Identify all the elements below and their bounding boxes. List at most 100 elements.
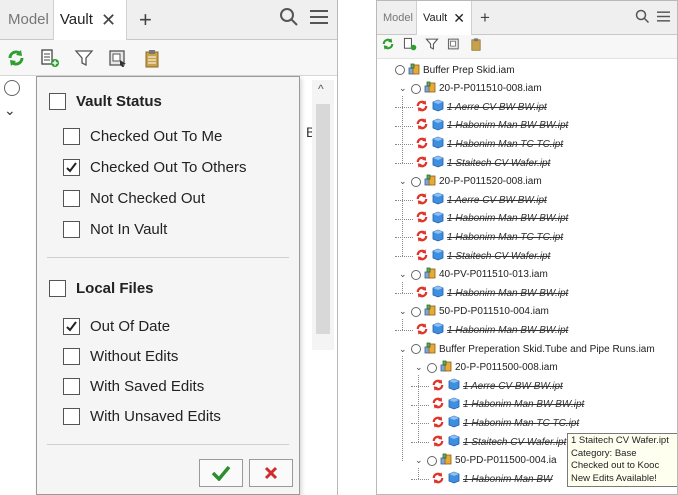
checkbox-checked[interactable] bbox=[63, 159, 80, 176]
ok-button[interactable] bbox=[199, 459, 243, 487]
chevron-down-icon[interactable]: ⌄ bbox=[399, 83, 408, 94]
checkbox[interactable] bbox=[63, 190, 80, 207]
tab-vault[interactable]: Vault ✕ bbox=[52, 0, 128, 40]
tree-part-node[interactable]: 1 Aerre CV BW BW.ipt bbox=[431, 377, 563, 395]
chevron-down-icon[interactable]: ⌄ bbox=[399, 306, 408, 317]
chevron-down-icon[interactable]: ⌄ bbox=[399, 176, 408, 187]
tree-connector bbox=[395, 330, 413, 332]
tree-assembly-node[interactable]: ⌄ 40-PV-P011510-013.iam bbox=[399, 266, 548, 284]
tree-part-node[interactable]: 1 Staitech CV Wafer.ipt bbox=[415, 247, 550, 265]
tree-connector bbox=[395, 293, 413, 295]
tree-part-node[interactable]: 1 Aerre CV BW BW.ipt bbox=[415, 191, 547, 209]
tree-part-node[interactable]: 1 Habonim Man BW bbox=[431, 470, 552, 488]
tree-node-label: 1 Habonim Man BW BW.ipt bbox=[447, 120, 569, 132]
tree-connector bbox=[395, 237, 413, 239]
filter-checked-out-to-me[interactable]: Checked Out To Me bbox=[63, 128, 222, 145]
filter-checked-out-to-others[interactable]: Checked Out To Others bbox=[63, 159, 246, 176]
tree-part-node[interactable]: 1 Habonim Man TC TC.ipt bbox=[415, 135, 563, 153]
filter-with-unsaved-edits[interactable]: With Unsaved Edits bbox=[63, 408, 221, 425]
vault-browser-icon[interactable] bbox=[108, 48, 128, 68]
close-icon[interactable]: ✕ bbox=[101, 0, 116, 40]
status-circle-icon bbox=[411, 176, 421, 187]
tree-assembly-node[interactable]: ⌄ 50-PD-P011500-004.ia bbox=[415, 452, 557, 470]
refresh-icon[interactable] bbox=[6, 48, 26, 68]
tree-node-label: 1 Staitech CV Wafer.ipt bbox=[447, 157, 551, 169]
chevron-down-icon[interactable]: ⌄ bbox=[415, 362, 424, 373]
chevron-down-icon[interactable]: ⌄ bbox=[399, 344, 408, 355]
tree-assembly-node[interactable]: ⌄ 50-PD-P011510-004.iam bbox=[399, 303, 549, 321]
vault-status-heading[interactable]: Vault Status bbox=[49, 93, 162, 110]
tree-connector bbox=[418, 374, 419, 442]
tree-assembly-node[interactable]: ⌄ 20-P-P011520-008.iam bbox=[399, 173, 542, 191]
filter-icon[interactable] bbox=[74, 48, 94, 68]
tree-connector bbox=[402, 95, 403, 163]
search-icon[interactable] bbox=[635, 9, 650, 27]
tree-part-node[interactable]: 1 Habonim Man BW BW.ipt bbox=[415, 321, 568, 339]
tab-model[interactable]: Model bbox=[377, 12, 413, 24]
tree-part-node[interactable]: 1 Habonim Man BW BW.ipt bbox=[431, 396, 584, 414]
filter-not-in-vault[interactable]: Not In Vault bbox=[63, 221, 167, 238]
tooltip: 1 Staitech CV Wafer.ipt Category: Base C… bbox=[567, 433, 677, 487]
scroll-up-icon[interactable]: ^ bbox=[318, 82, 324, 96]
filter-out-of-date[interactable]: Out Of Date bbox=[63, 318, 170, 335]
filter-without-edits[interactable]: Without Edits bbox=[63, 348, 178, 365]
tree-part-node[interactable]: 1 Staitech CV Wafer.ipt bbox=[415, 154, 550, 172]
clipboard-icon[interactable] bbox=[469, 37, 483, 56]
add-tab-icon[interactable]: + bbox=[139, 7, 152, 33]
tree-part-node[interactable]: 1 Habonim Man BW BW.ipt bbox=[415, 284, 568, 302]
tree-assembly-node[interactable]: Buffer Prep Skid.iam bbox=[383, 61, 515, 79]
tree-part-node[interactable]: 1 Staitech CV Wafer.ipt bbox=[431, 433, 566, 451]
checkbox[interactable] bbox=[63, 128, 80, 145]
local-files-checkbox[interactable] bbox=[49, 280, 66, 297]
hamburger-menu-icon[interactable] bbox=[309, 8, 329, 31]
assembly-icon bbox=[424, 81, 436, 96]
right-panel: Model Vault ✕ + Buffer Prep Skid.iam⌄2 bbox=[376, 0, 678, 495]
tree-node-label: 1 Habonim Man BW BW.ipt bbox=[447, 287, 569, 299]
local-files-heading[interactable]: Local Files bbox=[49, 280, 154, 297]
filter-label: Checked Out To Me bbox=[90, 128, 223, 145]
chevron-down-icon[interactable]: ⌄ bbox=[4, 102, 16, 119]
close-icon[interactable]: ✕ bbox=[453, 1, 465, 35]
checkbox[interactable] bbox=[63, 348, 80, 365]
chevron-down-icon[interactable]: ⌄ bbox=[415, 455, 424, 466]
tree-assembly-node[interactable]: ⌄ 20-P-P011500-008.iam bbox=[415, 359, 558, 377]
part-icon bbox=[448, 434, 460, 450]
part-icon bbox=[432, 229, 444, 245]
vault-status-checkbox[interactable] bbox=[49, 93, 66, 110]
tree-node-label: 1 Aerre CV BW BW.ipt bbox=[447, 194, 547, 206]
status-circle-icon bbox=[427, 362, 437, 373]
cancel-button[interactable] bbox=[249, 459, 293, 487]
scrollbar[interactable]: ^ bbox=[312, 80, 334, 350]
checkbox[interactable] bbox=[63, 221, 80, 238]
tab-model[interactable]: Model bbox=[0, 0, 49, 40]
tab-vault[interactable]: Vault ✕ bbox=[415, 1, 472, 35]
clipboard-icon[interactable] bbox=[142, 48, 162, 68]
filter-not-checked-out[interactable]: Not Checked Out bbox=[63, 190, 205, 207]
tree-assembly-node[interactable]: ⌄ 20-P-P011510-008.iam bbox=[399, 80, 542, 98]
scroll-thumb[interactable] bbox=[316, 104, 330, 334]
hamburger-menu-icon[interactable] bbox=[656, 10, 671, 26]
tree-node-label: Buffer Prep Skid.iam bbox=[423, 64, 515, 76]
tree-part-node[interactable]: 1 Habonim Man BW BW.ipt bbox=[415, 117, 568, 135]
refresh-icon[interactable] bbox=[381, 37, 395, 56]
add-tab-icon[interactable]: + bbox=[480, 8, 490, 28]
checkbox-checked[interactable] bbox=[63, 318, 80, 335]
filter-icon[interactable] bbox=[425, 37, 439, 56]
tree-connector bbox=[402, 281, 403, 294]
tree-node-label: 50-PD-P011500-004.ia bbox=[455, 455, 557, 467]
tree-connector bbox=[411, 404, 429, 406]
checkmark-icon bbox=[211, 465, 231, 481]
checkbox[interactable] bbox=[63, 378, 80, 395]
filter-with-saved-edits[interactable]: With Saved Edits bbox=[63, 378, 204, 395]
list-add-icon[interactable] bbox=[40, 48, 60, 68]
tree-part-node[interactable]: 1 Aerre CV BW BW.ipt bbox=[415, 98, 547, 116]
tree-part-node[interactable]: 1 Habonim Man BW BW.ipt bbox=[415, 210, 568, 228]
chevron-down-icon[interactable]: ⌄ bbox=[399, 269, 408, 280]
vault-browser-icon[interactable] bbox=[447, 37, 461, 56]
checkbox[interactable] bbox=[63, 408, 80, 425]
tree-part-node[interactable]: 1 Habonim Man TC TC.ipt bbox=[431, 414, 579, 432]
list-add-icon[interactable] bbox=[403, 37, 417, 56]
tree-part-node[interactable]: 1 Habonim Man TC TC.ipt bbox=[415, 228, 563, 246]
search-icon[interactable] bbox=[279, 7, 299, 32]
tree-assembly-node[interactable]: ⌄ Buffer Preperation Skid.Tube and Pipe R… bbox=[399, 340, 655, 358]
